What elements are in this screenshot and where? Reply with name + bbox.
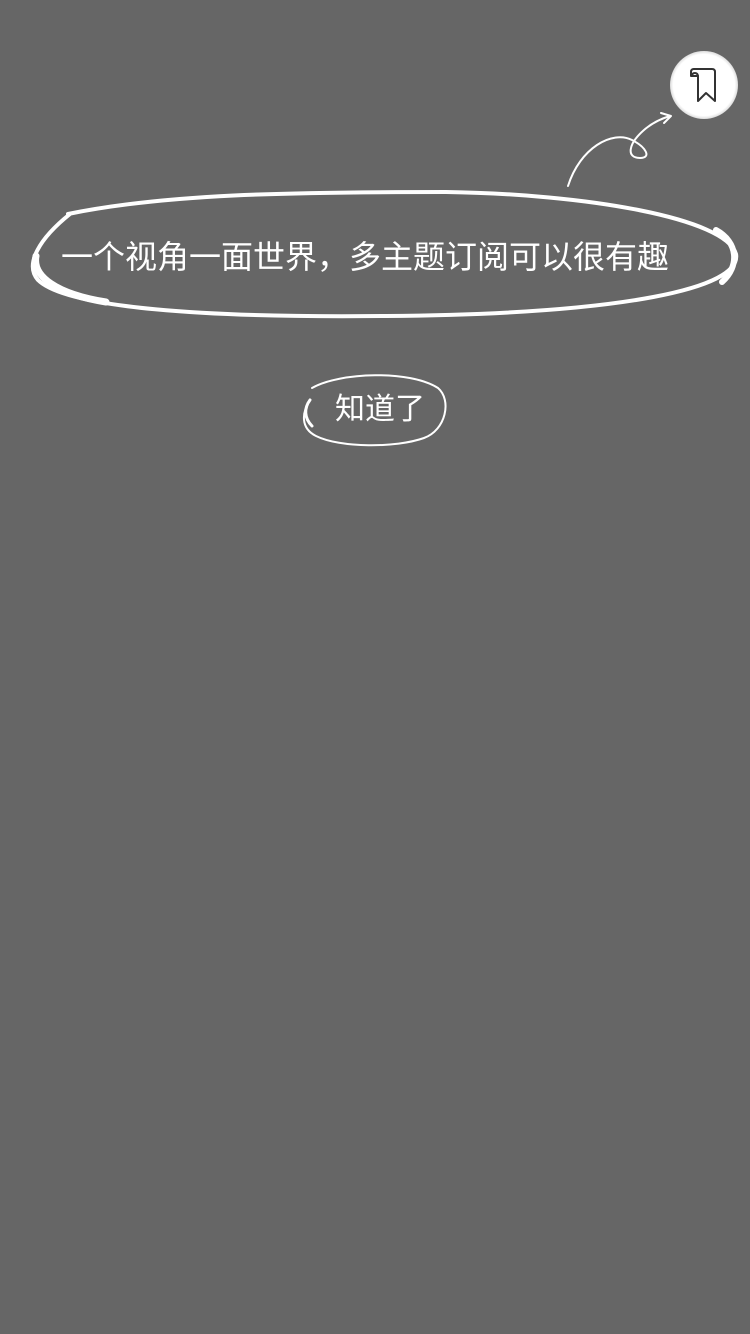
got-it-label: 知道了: [335, 392, 425, 427]
bookmark-spotlight[interactable]: [670, 51, 738, 119]
pointer-arrow-doodle: [567, 112, 672, 187]
tip-message: 一个视角一面世界，多主题订阅可以很有趣: [60, 238, 669, 276]
bookmark-icon: [690, 68, 716, 102]
got-it-button[interactable]: 知道了: [300, 372, 450, 448]
